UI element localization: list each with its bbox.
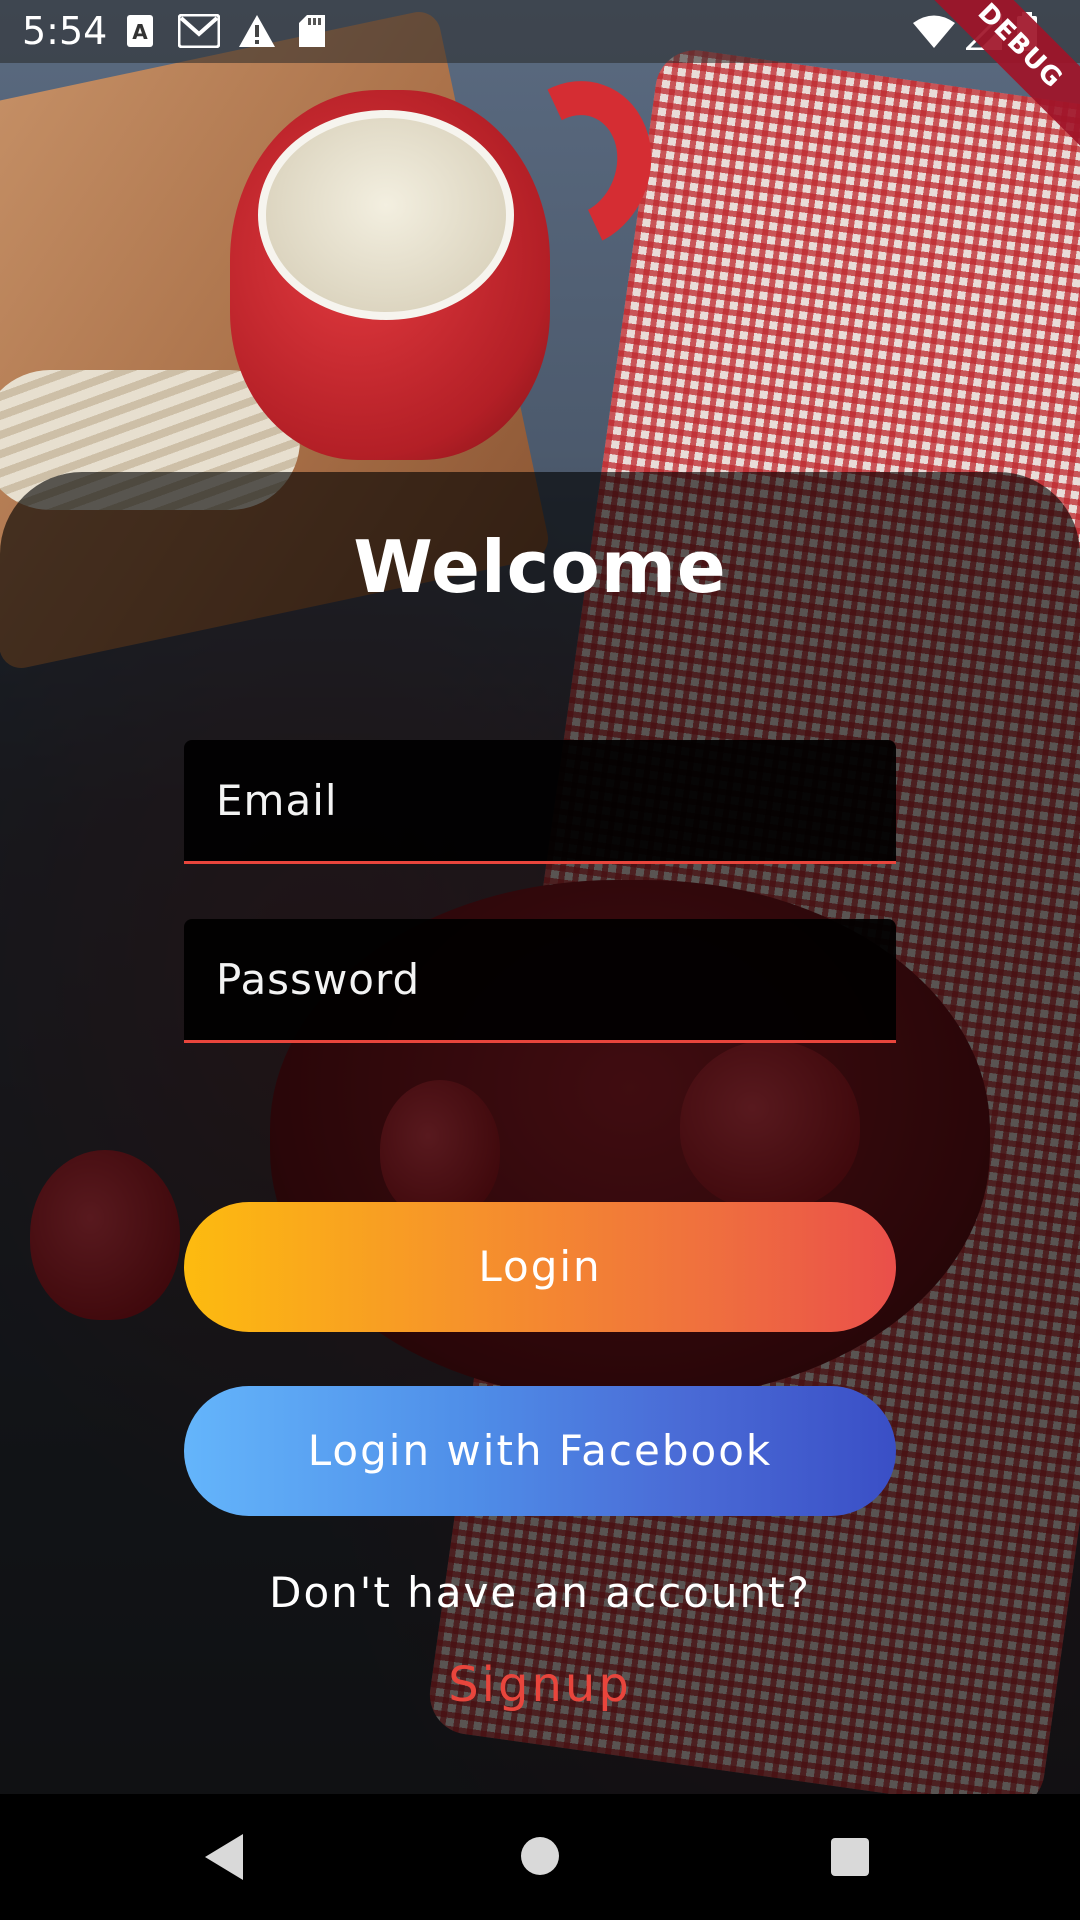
warning-icon xyxy=(238,14,276,52)
signup-prompt: Don't have an account? xyxy=(269,1568,811,1617)
back-icon[interactable] xyxy=(205,1834,243,1880)
signup-link[interactable]: Signup xyxy=(0,1653,1080,1717)
wifi-icon xyxy=(912,14,956,54)
email-input[interactable] xyxy=(184,740,896,861)
login-button[interactable]: Login xyxy=(184,1202,896,1332)
milk-image xyxy=(258,110,514,320)
sd-card-icon xyxy=(298,14,326,52)
password-input[interactable] xyxy=(184,919,896,1040)
home-icon[interactable] xyxy=(521,1837,559,1875)
page-title: Welcome xyxy=(353,525,727,609)
password-field[interactable] xyxy=(184,919,896,1043)
login-screen: 5:54 A DEBUG Welcome Email Login Login w… xyxy=(0,0,1080,1920)
font-download-icon: A xyxy=(126,14,154,52)
email-field[interactable] xyxy=(184,740,896,864)
navigation-bar xyxy=(0,1794,1080,1920)
recents-icon[interactable] xyxy=(831,1838,869,1876)
svg-text:A: A xyxy=(132,20,148,44)
gmail-icon xyxy=(177,13,221,52)
status-bar: 5:54 A xyxy=(0,0,1080,63)
facebook-login-button[interactable]: Login with Facebook xyxy=(184,1386,896,1516)
status-time: 5:54 xyxy=(22,9,108,53)
